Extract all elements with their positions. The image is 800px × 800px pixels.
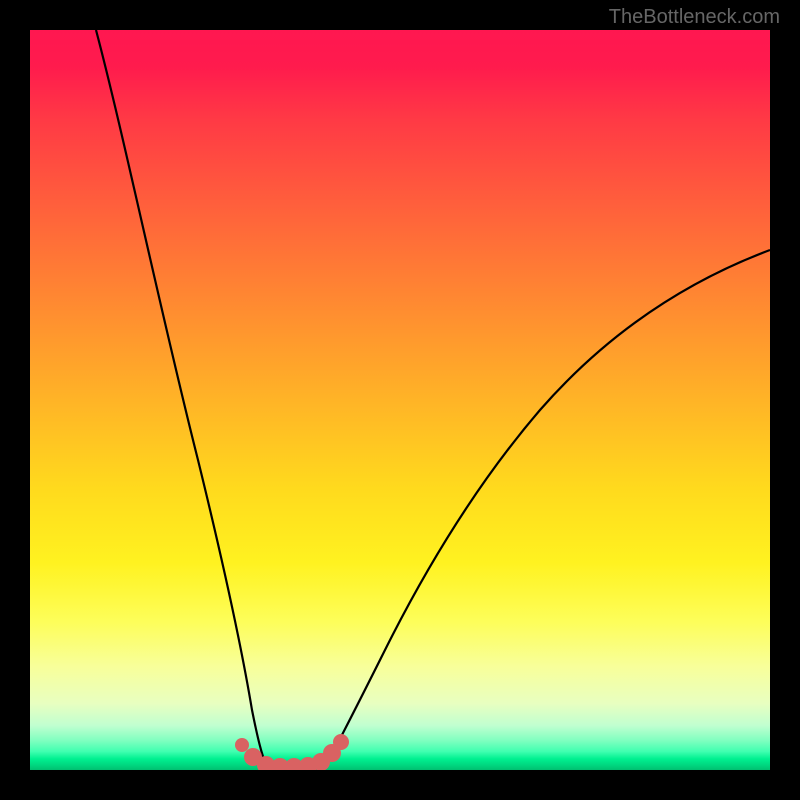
- valley-marker-group: [235, 734, 349, 770]
- plot-area: [30, 30, 770, 770]
- left-bottleneck-curve: [96, 30, 267, 767]
- watermark-text: TheBottleneck.com: [609, 6, 780, 29]
- valley-marker: [333, 734, 349, 750]
- right-bottleneck-curve: [326, 250, 770, 767]
- valley-marker: [235, 738, 249, 752]
- chart-svg: [30, 30, 770, 770]
